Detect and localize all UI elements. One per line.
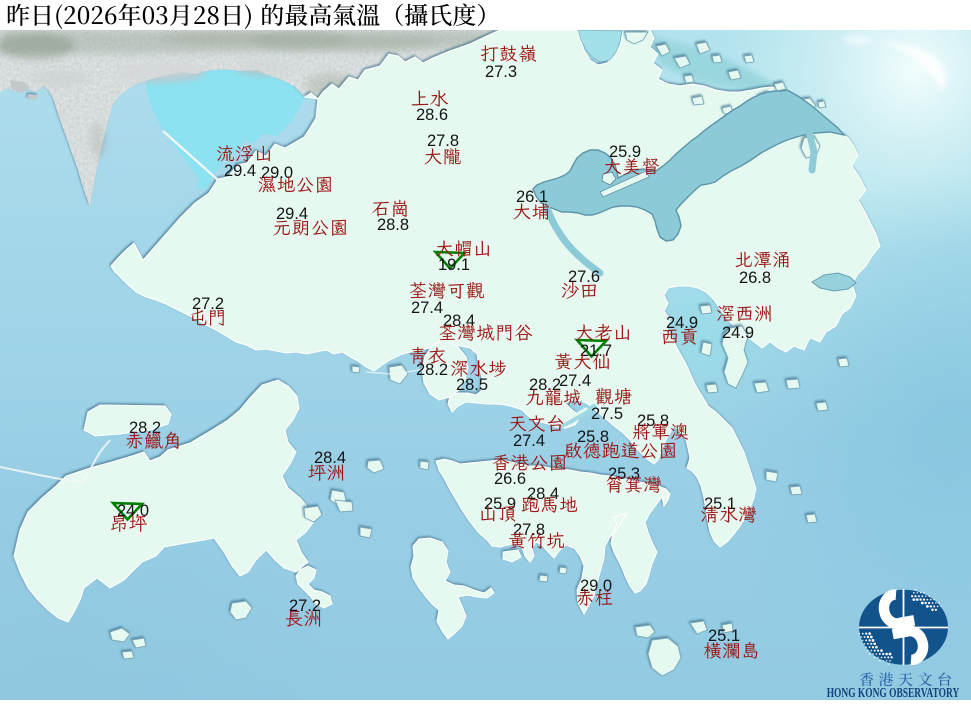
svg-text:25.8: 25.8 [577, 428, 609, 446]
svg-text:28.4: 28.4 [314, 449, 346, 467]
svg-text:26.8: 26.8 [739, 269, 771, 287]
svg-text:28.2: 28.2 [416, 361, 448, 379]
svg-text:19.1: 19.1 [438, 256, 470, 274]
svg-text:28.8: 28.8 [377, 216, 409, 234]
svg-text:25.9: 25.9 [609, 143, 641, 161]
svg-text:27.8: 27.8 [427, 132, 459, 150]
svg-text:27.4: 27.4 [513, 432, 545, 450]
svg-text:29.4: 29.4 [276, 205, 308, 223]
svg-text:27.5: 27.5 [591, 405, 623, 423]
svg-text:29.4: 29.4 [224, 162, 256, 180]
svg-text:HONG KONG OBSERVATORY: HONG KONG OBSERVATORY [827, 685, 960, 700]
svg-text:27.4: 27.4 [559, 372, 591, 390]
svg-text:26.6: 26.6 [494, 470, 526, 488]
svg-text:27.3: 27.3 [485, 63, 517, 81]
svg-text:28.6: 28.6 [416, 106, 448, 124]
svg-text:28.5: 28.5 [456, 376, 488, 394]
svg-text:25.1: 25.1 [708, 627, 740, 645]
svg-text:28.4: 28.4 [443, 312, 475, 330]
svg-text:27.4: 27.4 [411, 299, 443, 317]
svg-text:24.9: 24.9 [722, 324, 754, 342]
